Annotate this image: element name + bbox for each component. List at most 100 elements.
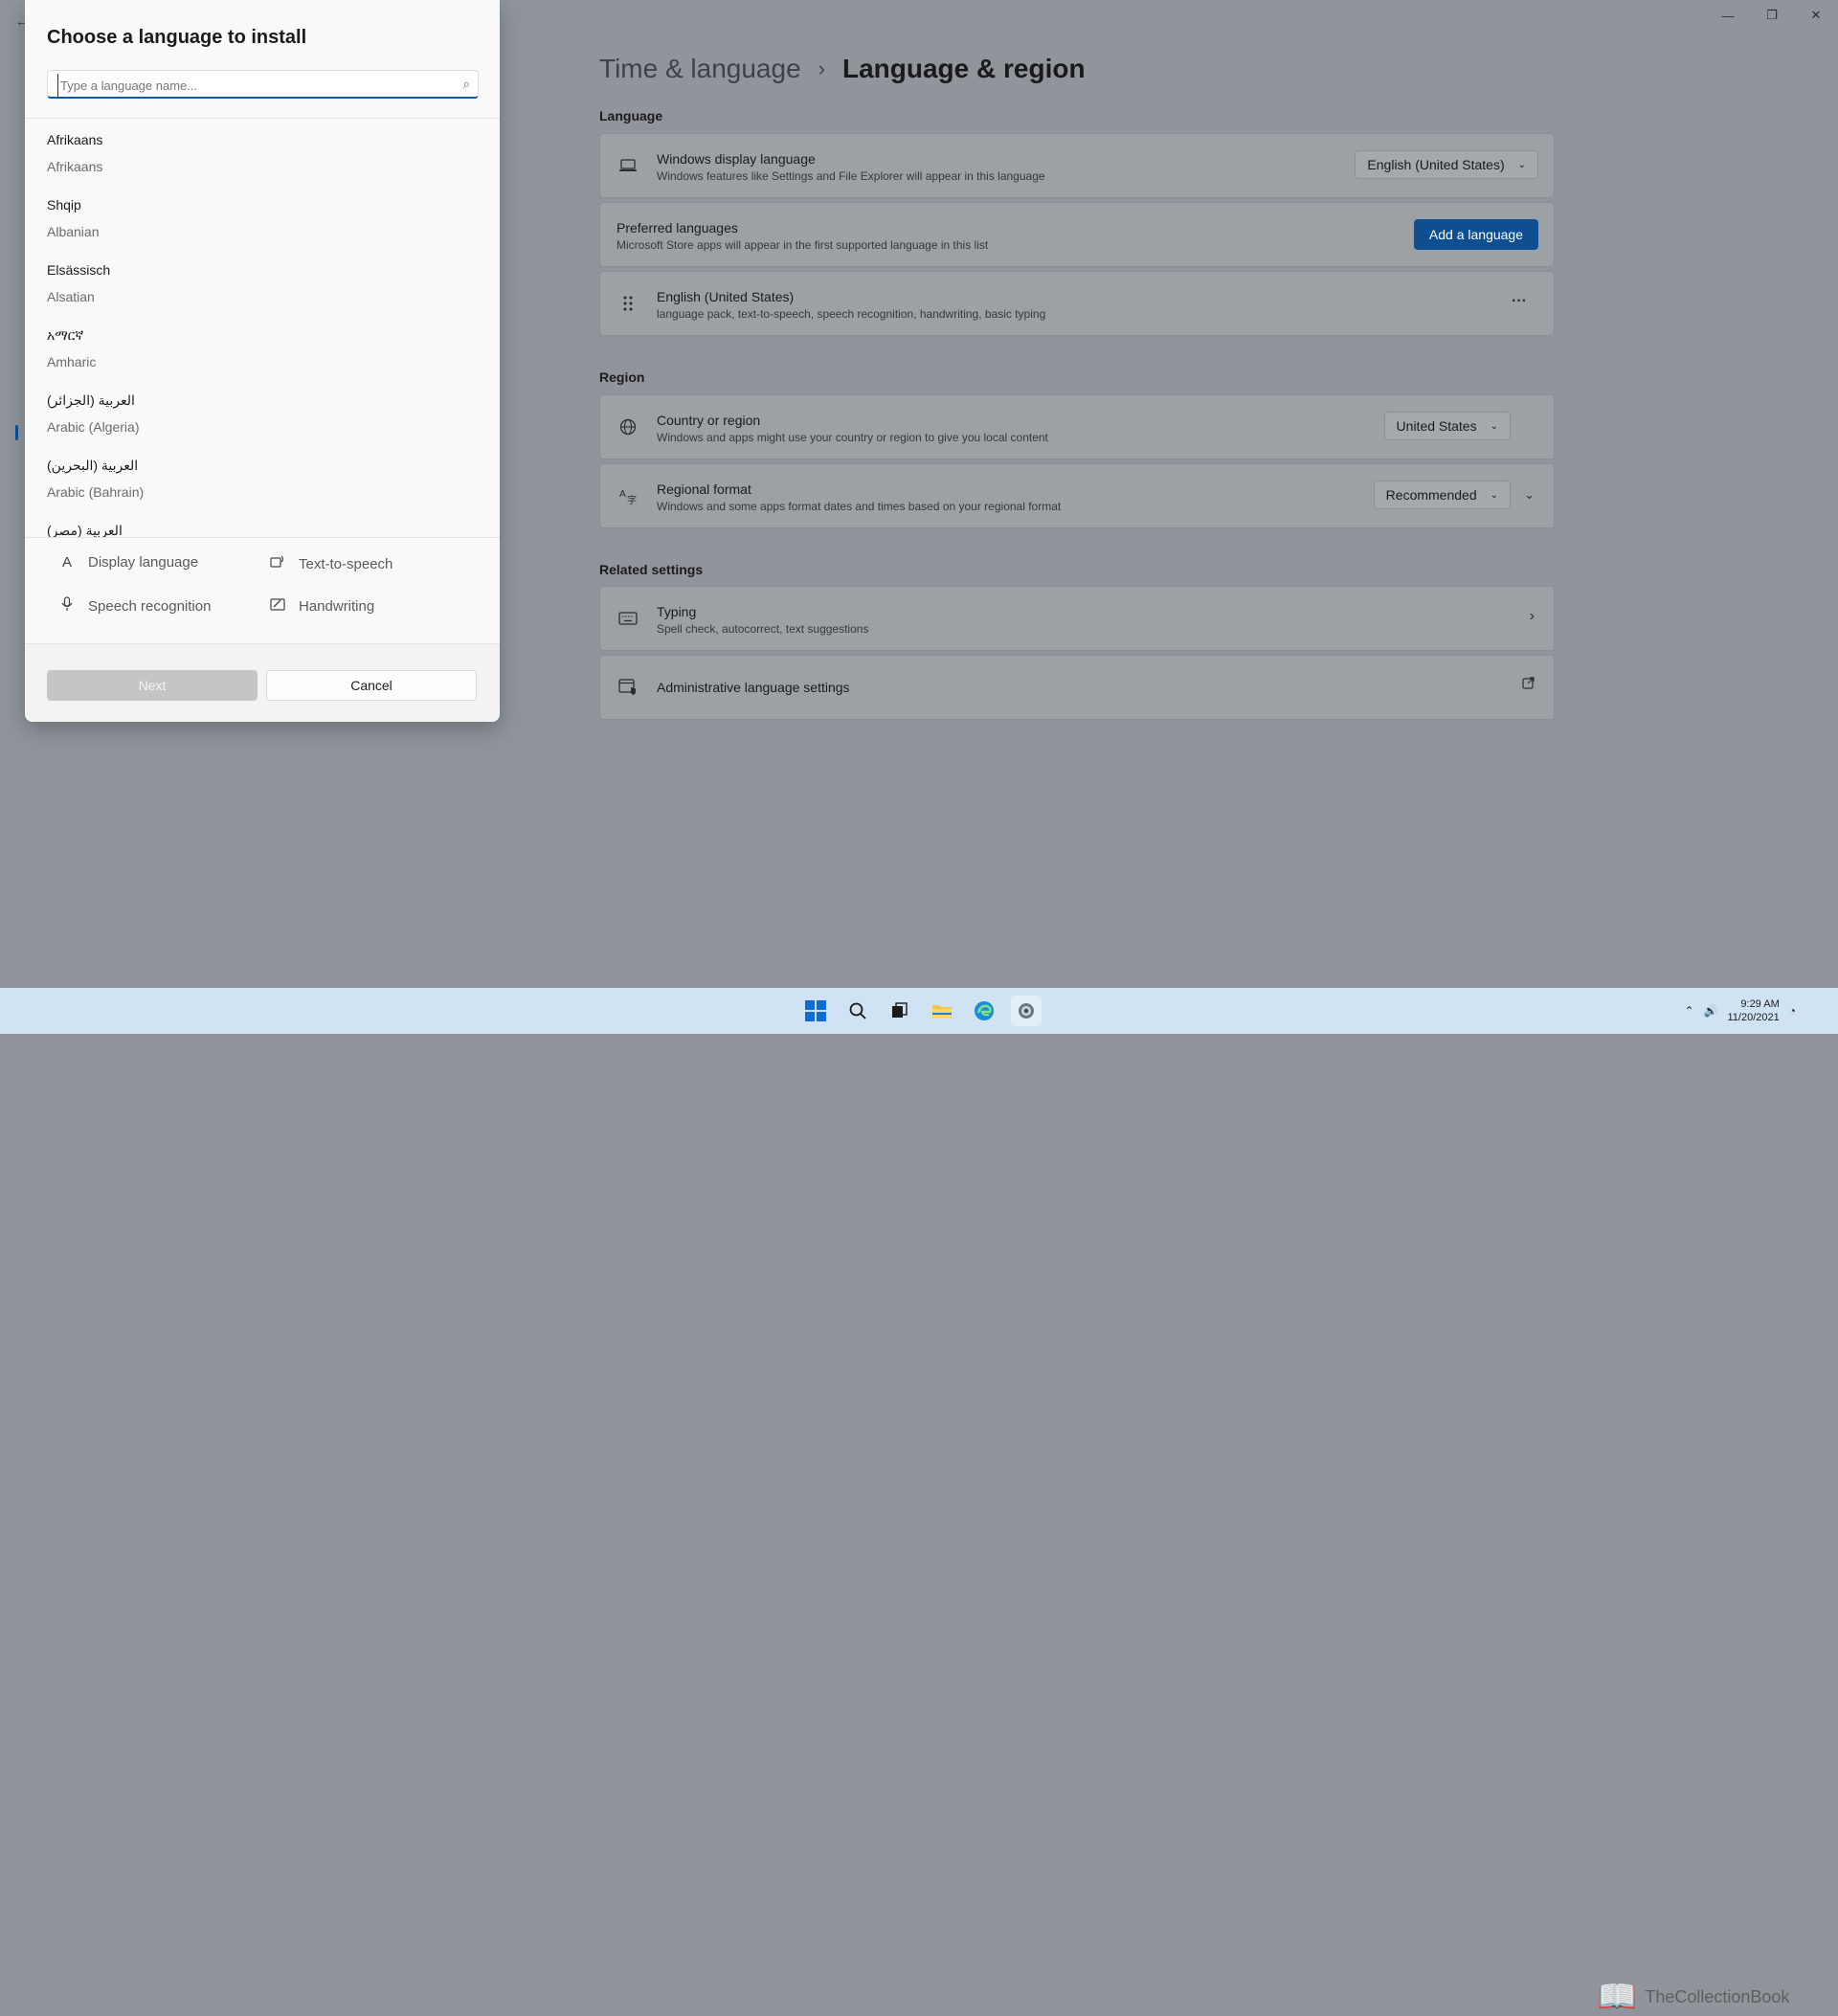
regional-format-card[interactable]: A字 Regional format Windows and some apps… [599, 463, 1555, 528]
volume-icon[interactable]: 🔊 [1704, 1004, 1718, 1018]
watermark-text: TheCollectionBook [1645, 1986, 1790, 2006]
language-list[interactable]: Afrikaans Afrikaans Shqip Albanian Elsäs… [25, 119, 500, 537]
language-english-name: Albanian [47, 224, 100, 239]
country-subtitle: Windows and apps might use your country … [657, 431, 1048, 444]
cancel-button[interactable]: Cancel [266, 670, 477, 701]
chevron-right-icon: › [1529, 608, 1535, 624]
add-language-button[interactable]: Add a language [1413, 219, 1538, 250]
regional-format-dropdown[interactable]: Recommended ⌄ [1373, 481, 1511, 509]
feature-display-language: A Display language [57, 554, 198, 571]
language-search-box[interactable]: ⌕ [47, 70, 479, 99]
display-language-card: Windows display language Windows feature… [599, 133, 1555, 198]
admin-language-card[interactable]: Administrative language settings [599, 655, 1555, 720]
list-item[interactable]: العربية (الجزائر) Arabic (Algeria) [25, 379, 500, 444]
choose-language-dialog: Choose a language to install ⌕ Afrikaans… [25, 0, 500, 722]
display-language-icon: A [61, 554, 72, 571]
dialog-title: Choose a language to install [47, 27, 307, 48]
typing-card[interactable]: Typing Spell check, autocorrect, text su… [599, 586, 1555, 651]
notification-icon[interactable]: ◔ [1789, 1004, 1796, 1018]
book-icon: 📖 [1597, 1979, 1638, 2015]
expand-chevron-icon[interactable]: ⌄ [1524, 487, 1535, 503]
preferred-languages-title: Preferred languages [616, 220, 738, 235]
chevron-right-icon: › [818, 56, 825, 80]
installed-language-subtitle: language pack, text-to-speech, speech re… [657, 307, 1046, 321]
file-explorer-icon[interactable] [927, 996, 957, 1026]
language-native-name: አማርኛ [47, 327, 84, 343]
language-english-name: Alsatian [47, 289, 95, 304]
breadcrumb: Time & language › Language & region [599, 54, 1086, 84]
laptop-icon [617, 155, 639, 176]
feature-label: Display language [88, 554, 199, 571]
display-language-value: English (United States) [1367, 157, 1505, 172]
language-native-name: العربية (البحرين) [47, 458, 139, 473]
keyboard-icon [617, 608, 639, 629]
svg-text:字: 字 [627, 494, 637, 505]
next-button[interactable]: Next [47, 670, 258, 701]
list-item[interactable]: አማርኛ Amharic [25, 314, 500, 379]
display-language-title: Windows display language [657, 151, 816, 167]
list-item[interactable]: العربية (البحرين) Arabic (Bahrain) [25, 444, 500, 509]
search-icon: ⌕ [462, 77, 470, 91]
microphone-icon [57, 596, 77, 616]
minimize-button[interactable]: — [1706, 8, 1750, 23]
breadcrumb-parent[interactable]: Time & language [599, 54, 801, 84]
section-title-language: Language [599, 108, 663, 123]
window-controls: — ❐ ✕ [1706, 8, 1838, 23]
chevron-up-icon[interactable]: ⌃ [1684, 1004, 1693, 1018]
feature-label: Speech recognition [88, 597, 212, 615]
typing-subtitle: Spell check, autocorrect, text suggestio… [657, 622, 869, 636]
typing-title: Typing [657, 604, 697, 619]
feature-speech-recognition: Speech recognition [57, 596, 211, 616]
regional-format-title: Regional format [657, 482, 751, 497]
feature-handwriting: Handwriting [268, 596, 374, 616]
task-view-icon[interactable] [885, 996, 915, 1026]
maximize-button[interactable]: ❐ [1750, 8, 1794, 23]
list-item[interactable]: Elsässisch Alsatian [25, 249, 500, 314]
start-icon[interactable] [800, 996, 831, 1026]
watermark: 📖 TheCollectionBook [1597, 1978, 1789, 2016]
taskbar-apps [800, 996, 1042, 1026]
list-item[interactable]: العربية (مصر) [25, 509, 500, 537]
language-search-input[interactable] [57, 74, 445, 97]
language-english-name: Afrikaans [47, 159, 103, 174]
country-value: United States [1396, 418, 1477, 434]
country-dropdown[interactable]: United States ⌄ [1383, 412, 1511, 440]
feature-label: Text-to-speech [299, 555, 393, 572]
language-native-name: Elsässisch [47, 262, 111, 278]
installed-language-card[interactable]: English (United States) language pack, t… [599, 271, 1555, 336]
language-native-name: Afrikaans [47, 132, 103, 147]
admin-language-icon [617, 677, 639, 698]
text-to-speech-icon [268, 554, 287, 573]
page-title: Language & region [841, 54, 1086, 83]
settings-gear-icon[interactable] [1011, 996, 1042, 1026]
clock-time: 9:29 AM [1740, 998, 1780, 1010]
dialog-footer: Next Cancel [25, 643, 500, 722]
chevron-down-icon: ⌄ [1517, 159, 1526, 170]
system-tray: ⌃ 🔊 9:29 AM 11/20/2021 ◔ [1684, 997, 1796, 1024]
list-item[interactable]: Afrikaans Afrikaans [25, 119, 500, 184]
globe-icon [617, 416, 639, 437]
display-language-subtitle: Windows features like Settings and File … [657, 169, 1045, 183]
search-icon[interactable] [842, 996, 873, 1026]
section-title-region: Region [599, 370, 645, 385]
list-item[interactable]: Shqip Albanian [25, 184, 500, 249]
clock-date: 11/20/2021 [1727, 1012, 1780, 1023]
language-native-name: Shqip [47, 197, 81, 213]
close-button[interactable]: ✕ [1794, 8, 1838, 23]
admin-language-title: Administrative language settings [657, 680, 850, 695]
chevron-down-icon: ⌄ [1490, 420, 1498, 432]
taskbar: 📖 TheCollectionBook ⌃ 🔊 9:29 AM 11/20/20… [0, 988, 1838, 2015]
more-options-icon[interactable]: ··· [1512, 293, 1527, 310]
feature-label: Handwriting [299, 597, 375, 615]
language-native-name: العربية (الجزائر) [47, 392, 135, 408]
drag-handle-icon[interactable] [617, 293, 639, 314]
language-features: A Display language Text-to-speech Speech… [25, 538, 500, 643]
edge-icon[interactable] [969, 996, 999, 1026]
feature-text-to-speech: Text-to-speech [268, 554, 392, 573]
regional-format-icon: A字 [617, 485, 639, 506]
display-language-dropdown[interactable]: English (United States) ⌄ [1355, 150, 1538, 179]
handwriting-icon [268, 596, 287, 616]
nav-selection-indicator [15, 425, 18, 440]
clock[interactable]: 9:29 AM 11/20/2021 [1728, 997, 1780, 1024]
language-native-name: العربية (مصر) [47, 523, 123, 537]
